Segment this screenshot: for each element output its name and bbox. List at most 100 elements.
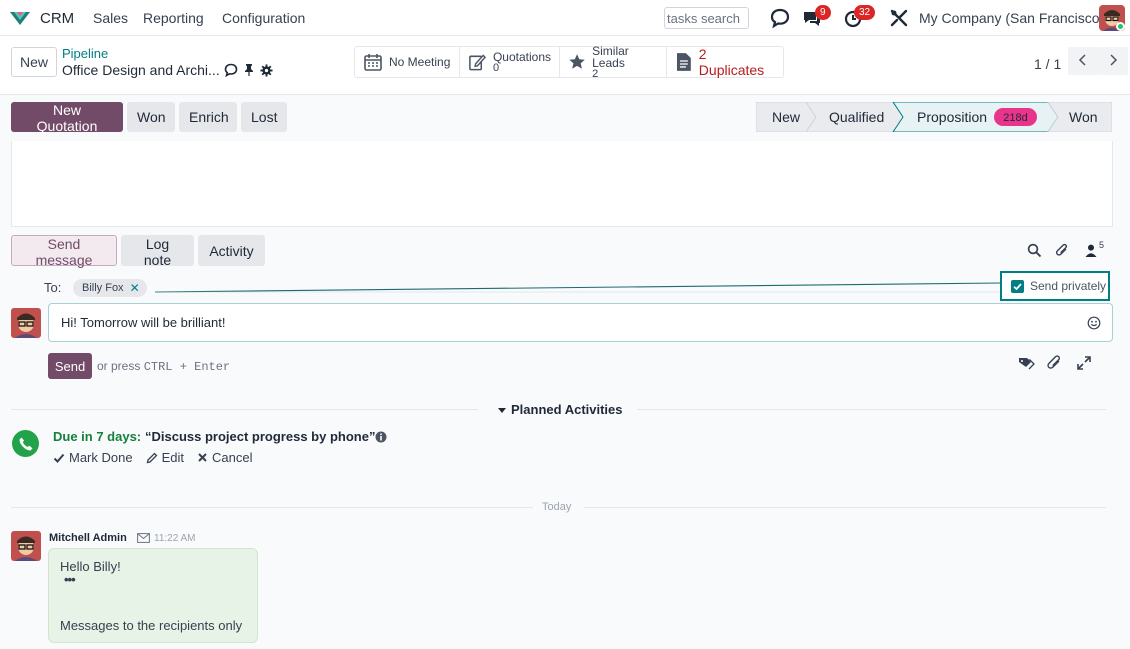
duplicates-smart-button[interactable]: 2 Duplicates bbox=[667, 46, 783, 78]
log-note-tab[interactable]: Log note bbox=[121, 235, 194, 268]
stage-pipeline: New Qualified Proposition 218d Won bbox=[756, 102, 1112, 132]
new-record-button[interactable]: New bbox=[11, 47, 57, 77]
attach-file-icon[interactable] bbox=[1046, 354, 1064, 372]
message-composer-input[interactable]: Hi! Tomorrow will be brilliant! bbox=[48, 303, 1113, 342]
quotations-smart-button[interactable]: Quotations 0 bbox=[460, 47, 560, 77]
similar-leads-count: 2 bbox=[592, 67, 599, 80]
hint-prefix: or press bbox=[97, 359, 141, 373]
control-panel: New Pipeline Office Design and Archi... … bbox=[0, 36, 1130, 95]
edit-document-icon bbox=[469, 54, 487, 71]
online-status-indicator bbox=[1116, 22, 1125, 31]
composer-avatar bbox=[11, 308, 41, 338]
meeting-label: No Meeting bbox=[389, 55, 451, 69]
activity-tab[interactable]: Activity bbox=[198, 235, 265, 266]
quotations-count: 0 bbox=[492, 61, 500, 74]
crm-logo-icon[interactable] bbox=[8, 9, 32, 27]
cancel-activity-link[interactable]: Cancel bbox=[197, 450, 252, 465]
breadcrumb-pipeline[interactable]: Pipeline bbox=[62, 46, 108, 61]
info-icon[interactable] bbox=[375, 431, 387, 443]
to-label: To: bbox=[44, 280, 62, 295]
message-more-dots[interactable]: ••• bbox=[64, 572, 76, 587]
pager-value[interactable]: 1 / 1 bbox=[1034, 56, 1061, 72]
remove-recipient-icon[interactable]: ✕ bbox=[130, 281, 140, 295]
caret-down-icon bbox=[498, 407, 506, 413]
new-quotation-button[interactable]: New Quotation bbox=[11, 102, 123, 134]
top-navbar: CRM Sales Reporting Configuration 9 32 M… bbox=[0, 0, 1130, 36]
activity-actions: Mark Done Edit Cancel bbox=[53, 450, 252, 465]
followers-icon[interactable] bbox=[1085, 244, 1097, 257]
recipients-input-underline[interactable] bbox=[155, 282, 1001, 294]
send-message-tab[interactable]: Send message bbox=[11, 235, 117, 268]
checkbox-checked-icon bbox=[1011, 279, 1024, 293]
smart-buttons: No Meeting Quotations 0 Similar Leads 2 bbox=[354, 43, 784, 80]
paperclip-icon[interactable] bbox=[1055, 242, 1070, 259]
send-privately-checkbox[interactable]: Send privately bbox=[1000, 271, 1110, 301]
activity-due-label: Due in 7 days: bbox=[53, 429, 142, 444]
messages-badge: 9 bbox=[815, 5, 831, 20]
message-time: 11:22 AM bbox=[154, 533, 196, 544]
date-separator-label: Today bbox=[542, 501, 572, 513]
cancel-label: Cancel bbox=[211, 450, 253, 465]
followers-count: 5 bbox=[1099, 240, 1105, 250]
lost-button[interactable]: Lost bbox=[241, 102, 287, 132]
star-icon bbox=[569, 54, 585, 69]
pin-icon[interactable] bbox=[243, 63, 255, 77]
activities-badge: 32 bbox=[854, 5, 876, 20]
quotations-label: Quotations bbox=[492, 49, 551, 64]
planned-separator-right bbox=[637, 409, 1106, 410]
mark-done-link[interactable]: Mark Done bbox=[53, 450, 133, 465]
description-editor[interactable] bbox=[11, 141, 1113, 227]
duplicates-label: 2 Duplicates bbox=[698, 46, 765, 78]
menu-configuration[interactable]: Configuration bbox=[222, 0, 305, 36]
send-shortcut-hint: or press CTRL + Enter bbox=[97, 359, 230, 374]
menu-reporting[interactable]: Reporting bbox=[143, 0, 204, 36]
won-button[interactable]: Won bbox=[127, 102, 175, 132]
pencil-icon bbox=[146, 452, 157, 463]
pager-next-button[interactable] bbox=[1098, 47, 1128, 75]
menu-sales[interactable]: Sales bbox=[93, 0, 128, 36]
send-privately-label: Send privately bbox=[1030, 279, 1107, 293]
similar-leads-smart-button[interactable]: Similar Leads 2 bbox=[560, 43, 667, 80]
tasks-search-input[interactable] bbox=[664, 7, 749, 29]
chevron-right-icon bbox=[1110, 53, 1118, 66]
edit-activity-link[interactable]: Edit bbox=[146, 450, 184, 465]
hint-keys: CTRL + Enter bbox=[143, 360, 231, 374]
chat-bubble-icon[interactable] bbox=[224, 63, 238, 77]
gear-icon[interactable] bbox=[260, 63, 273, 77]
recipient-name: Billy Fox bbox=[82, 282, 124, 294]
planned-activities-toggle[interactable]: Planned Activities bbox=[497, 402, 623, 417]
message-author-avatar[interactable] bbox=[11, 531, 41, 561]
company-switcher[interactable]: My Company (San Francisco) bbox=[919, 0, 1104, 36]
stage-duration-label: 218d bbox=[1003, 112, 1027, 124]
document-icon bbox=[676, 53, 691, 71]
date-separator-left bbox=[11, 507, 533, 508]
similar-leads-label: Similar Leads bbox=[592, 43, 629, 70]
stage-new-label: New bbox=[772, 109, 801, 125]
send-button[interactable]: Send bbox=[48, 353, 92, 379]
planned-separator-left bbox=[11, 409, 478, 410]
stage-proposition-label: Proposition bbox=[917, 109, 987, 125]
message-note: Messages to the recipients only bbox=[60, 618, 243, 633]
message-author[interactable]: Mitchell Admin bbox=[49, 532, 127, 544]
discuss-icon[interactable] bbox=[768, 6, 792, 30]
meeting-smart-button[interactable]: No Meeting bbox=[355, 47, 460, 77]
recipient-tag: Billy Fox ✕ bbox=[73, 279, 147, 297]
calendar-icon bbox=[364, 54, 382, 71]
search-icon[interactable] bbox=[1027, 243, 1042, 258]
envelope-icon bbox=[137, 533, 150, 543]
templates-icon[interactable] bbox=[1017, 354, 1035, 372]
composer-text: Hi! Tomorrow will be brilliant! bbox=[61, 315, 226, 330]
stage-won-label: Won bbox=[1069, 109, 1098, 125]
edit-label: Edit bbox=[161, 450, 184, 465]
pager-previous-button[interactable] bbox=[1068, 47, 1098, 75]
mark-done-label: Mark Done bbox=[69, 450, 133, 465]
phone-activity-icon bbox=[12, 430, 39, 457]
expand-icon[interactable] bbox=[1075, 354, 1093, 372]
date-separator-right bbox=[584, 507, 1106, 508]
tools-icon[interactable] bbox=[887, 6, 911, 30]
emoji-icon[interactable] bbox=[1087, 316, 1101, 330]
planned-activities-title: Planned Activities bbox=[511, 402, 623, 417]
record-title: Office Design and Archi... bbox=[62, 62, 220, 78]
enrich-button[interactable]: Enrich bbox=[179, 102, 237, 132]
app-name[interactable]: CRM bbox=[40, 0, 74, 36]
